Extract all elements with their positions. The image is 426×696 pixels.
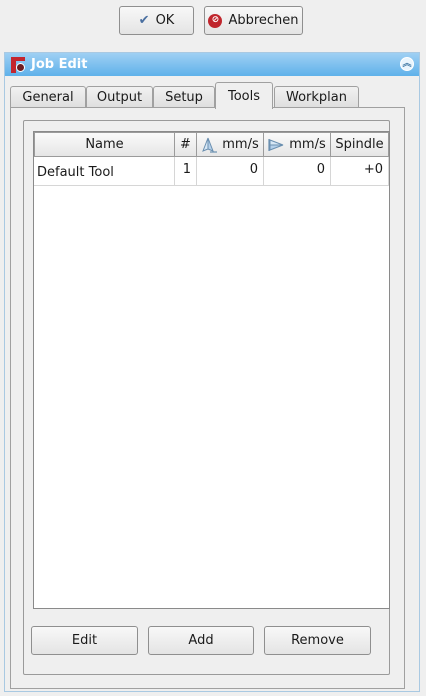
chevron-up-icon[interactable]: ︽ [400,57,414,71]
job-edit-panel: Job Edit ︽ General Output Setup Tools Wo… [4,52,420,692]
horizontal-feed-icon [268,138,284,151]
cell-horizontal-feed[interactable]: 0 [264,157,331,186]
header-number[interactable]: # [175,132,197,157]
cell-spindle[interactable]: +0 [331,157,389,186]
header-spindle[interactable]: Spindle [331,132,389,157]
cell-number[interactable]: 1 [175,157,197,186]
edit-button[interactable]: Edit [31,626,138,655]
cancel-button[interactable]: ⊘ Abbrechen [204,6,303,35]
tab-label: Workplan [286,90,347,105]
tab-output[interactable]: Output [86,86,153,108]
ok-button[interactable]: ✔ OK [119,6,194,35]
tools-table[interactable]: Name # mm/s mm/s Spindle Default Tool 1 … [33,131,390,609]
tab-label: General [22,90,74,105]
table-header: Name # mm/s mm/s Spindle [34,132,389,157]
cell-vertical-feed[interactable]: 0 [197,157,264,186]
tab-label: Setup [165,90,203,105]
header-number-label: # [180,137,191,152]
panel-titlebar: Job Edit ︽ [5,53,419,76]
add-button-label: Add [188,633,214,648]
header-horizontal-feed-label: mm/s [289,137,326,152]
stop-icon: ⊘ [208,13,223,28]
check-icon: ✔ [138,13,150,28]
tools-group: Name # mm/s mm/s Spindle Default Tool 1 … [23,120,390,675]
header-name[interactable]: Name [34,132,175,157]
remove-button-label: Remove [291,633,344,648]
header-name-label: Name [85,137,124,152]
cancel-button-label: Abbrechen [228,13,299,28]
panel-title: Job Edit [31,57,88,72]
add-button[interactable]: Add [148,626,254,655]
tools-tab-pane: Name # mm/s mm/s Spindle Default Tool 1 … [10,107,405,689]
remove-button[interactable]: Remove [264,626,371,655]
tab-general[interactable]: General [10,86,86,108]
header-horizontal-feed[interactable]: mm/s [264,132,331,157]
header-vertical-feed-label: mm/s [222,137,259,152]
tab-tools[interactable]: Tools [215,82,273,109]
tab-label: Tools [227,88,261,104]
tab-label: Output [96,90,143,105]
vertical-feed-icon [202,137,218,153]
tab-workplan[interactable]: Workplan [274,86,359,108]
table-row[interactable]: Default Tool 1 0 0 +0 [34,157,389,186]
edit-button-label: Edit [71,633,98,648]
cell-name[interactable]: Default Tool [34,157,175,186]
ok-button-label: OK [155,13,175,28]
header-vertical-feed[interactable]: mm/s [197,132,264,157]
tab-setup[interactable]: Setup [153,86,215,108]
header-spindle-label: Spindle [335,137,384,152]
freecad-path-icon [11,56,25,73]
